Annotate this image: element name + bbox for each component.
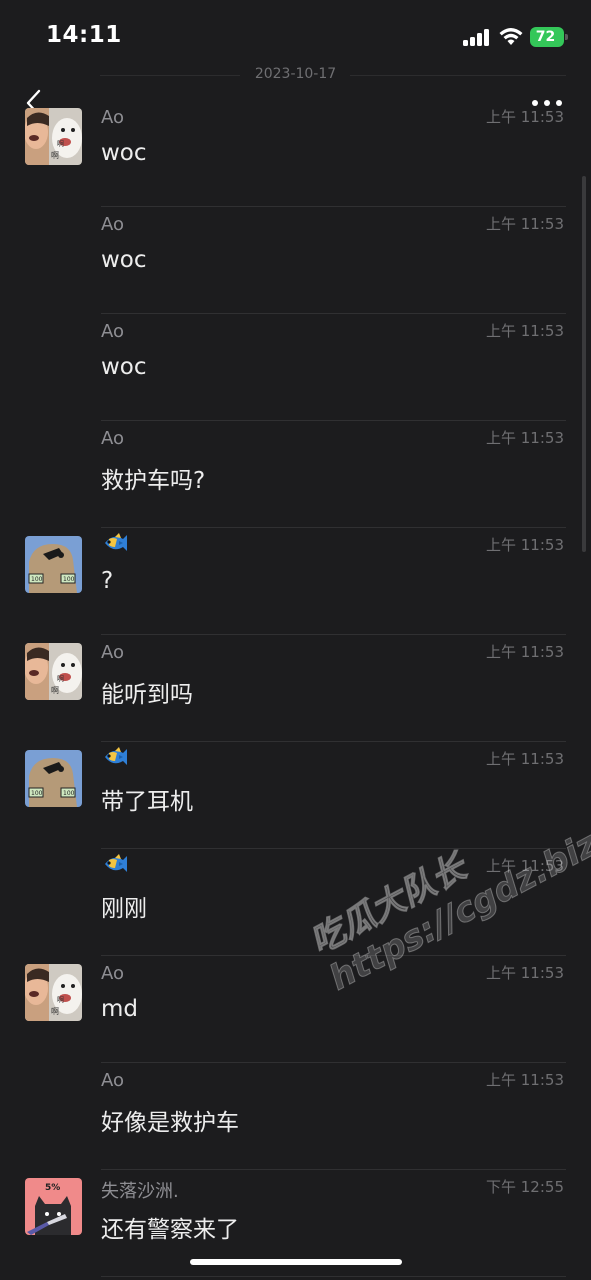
sender-name: Ao (101, 214, 125, 235)
battery-icon: 72 (530, 27, 568, 47)
message-text: 能听到吗 (101, 682, 193, 708)
sender-name: Ao (101, 963, 125, 984)
message-row[interactable]: Ao 上午 11:53 woc (0, 314, 591, 421)
fish-emoji-icon (101, 852, 129, 876)
message-time: 上午 11:53 (486, 857, 564, 875)
home-indicator[interactable] (190, 1259, 402, 1265)
message-time: 上午 11:53 (486, 536, 564, 554)
capybara-avatar[interactable] (25, 750, 82, 807)
message-time: 上午 11:53 (486, 108, 564, 126)
cat-avatar[interactable] (25, 1178, 82, 1235)
battery-cap (565, 34, 568, 40)
message-time: 上午 11:53 (486, 964, 564, 982)
message-row[interactable]: 上午 11:53 带了耳机 (0, 742, 591, 849)
message-time: 上午 11:53 (486, 750, 564, 768)
date-separator: 2023-10-17 (254, 66, 337, 82)
message-text: woc (101, 354, 147, 380)
dog-avatar[interactable] (25, 108, 82, 165)
message-row[interactable]: Ao 上午 11:53 md (0, 956, 591, 1063)
cellular-signal-icon (463, 29, 489, 46)
battery-level: 72 (535, 29, 556, 45)
dog-avatar[interactable] (25, 964, 82, 1021)
message-text: woc (101, 247, 147, 273)
message-text: 还有警察来了 (101, 1217, 239, 1243)
message-row[interactable]: Ao 上午 11:53 好像是救护车 (0, 1063, 591, 1170)
message-time: 上午 11:53 (486, 1071, 564, 1089)
sender-name: Ao (101, 428, 125, 449)
message-divider (101, 1276, 566, 1277)
dog-avatar[interactable] (25, 643, 82, 700)
message-time: 上午 11:53 (486, 215, 564, 233)
status-time: 14:11 (46, 22, 122, 48)
sender-name: Ao (101, 642, 125, 663)
message-row[interactable]: 上午 11:53? (0, 528, 591, 635)
message-text: ? (101, 568, 114, 594)
sender-name: 失落沙洲. (101, 1181, 179, 1202)
message-row[interactable]: 上午 11:53 刚刚 (0, 849, 591, 956)
message-time: 上午 11:53 (486, 322, 564, 340)
sender-name: Ao (101, 1070, 125, 1091)
message-text: 好像是救护车 (101, 1110, 239, 1136)
message-text: md (101, 996, 139, 1022)
sender-name: Ao (101, 107, 125, 128)
fish-emoji-icon (101, 531, 129, 555)
message-row[interactable]: Ao 上午 11:53 能听到吗 (0, 635, 591, 742)
status-bar: 14:11 72 (0, 0, 591, 62)
capybara-avatar[interactable] (25, 536, 82, 593)
message-text: woc (101, 140, 147, 166)
message-text: 救护车吗? (101, 468, 206, 494)
message-row[interactable]: Ao 上午 11:53 woc (0, 100, 591, 207)
message-time: 上午 11:53 (486, 429, 564, 447)
message-time: 上午 11:53 (486, 643, 564, 661)
message-text: 带了耳机 (101, 789, 193, 815)
chat-history-screen: 14:11 72 2023-10-17 Ao 上午 11:53 woc Ao 上午 11… (0, 0, 591, 1280)
message-row[interactable]: Ao 上午 11:53 救护车吗? (0, 421, 591, 528)
message-time: 下午 12:55 (486, 1178, 564, 1196)
sender-name: Ao (101, 321, 125, 342)
message-text: 刚刚 (101, 896, 147, 922)
wifi-icon (499, 28, 523, 45)
message-row[interactable]: Ao 上午 11:53 woc (0, 207, 591, 314)
fish-emoji-icon (101, 745, 129, 769)
